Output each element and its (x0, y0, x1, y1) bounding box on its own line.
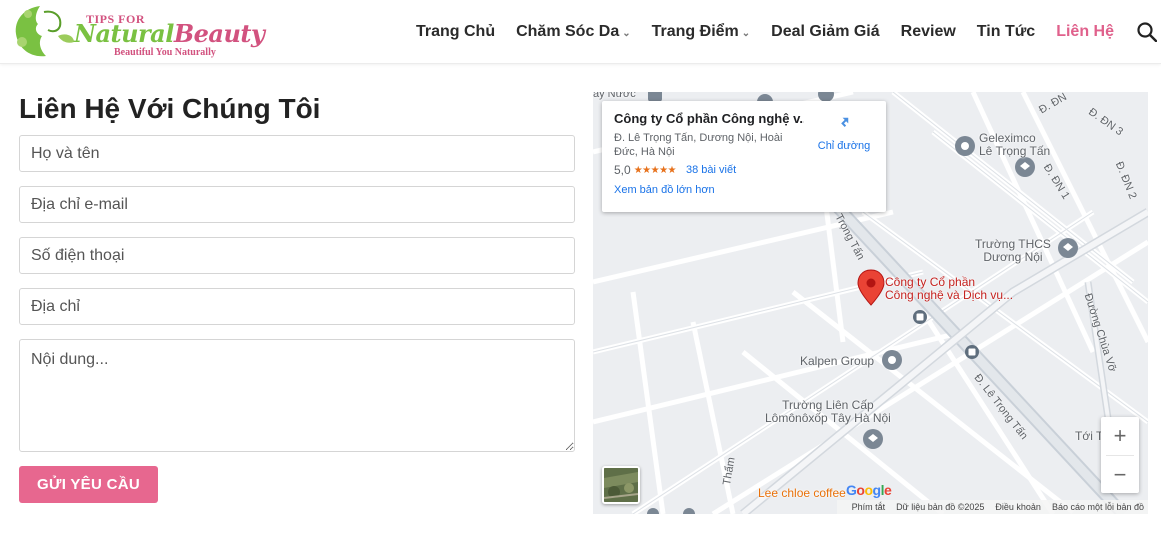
map-data-text: Dữ liệu bản đồ ©2025 (896, 502, 985, 512)
google-logo-letter: o (864, 482, 873, 498)
nav-item-contact[interactable]: Liên Hệ (1056, 23, 1114, 41)
phone-field[interactable] (19, 237, 575, 274)
map-label-line: Dương Nội (983, 250, 1043, 264)
zoom-in-button[interactable]: + (1101, 417, 1139, 455)
google-logo-letter: G (846, 482, 857, 498)
zoom-controls: + − (1101, 417, 1139, 493)
place-rating: 5,0 ★★★★★ 38 bài viết (614, 163, 874, 177)
directions-button[interactable]: Chỉ đường (816, 111, 872, 152)
reviews-link[interactable]: 38 bài viết (686, 164, 736, 176)
map-label-lee-chloe[interactable]: Lee chloe coffee (758, 487, 846, 500)
map-label-line: Công nghệ và Dịch vụ... (885, 288, 1014, 302)
nav-item-news[interactable]: Tin Tức (977, 23, 1035, 41)
nav-item-makeup[interactable]: Trang Điểm ⌄ (652, 23, 751, 41)
map-label-company[interactable]: Công ty Cổ phần Công nghệ và Dịch vụ... (885, 276, 1013, 302)
map-label-line: Lômônôxốp Tây Hà Nội (765, 411, 891, 425)
place-info-card: Công ty Cổ phần Công nghệ v... Đ. Lê Trọ… (602, 101, 886, 212)
nav-item-skincare[interactable]: Chăm Sóc Da ⌄ (516, 23, 631, 41)
google-logo: Google (846, 482, 892, 498)
place-name: Công ty Cổ phần Công nghệ v... (614, 111, 804, 126)
logo-brand-text: NaturalBeauty (74, 19, 265, 48)
directions-label: Chỉ đường (817, 140, 871, 152)
place-address: Đ. Lê Trọng Tấn, Dương Nội, Hoài Đức, Hà… (614, 132, 783, 158)
map-footer: Phím tắt Dữ liệu bản đồ ©2025 Điều khoản… (836, 500, 1148, 514)
nav-item-home[interactable]: Trang Chủ (416, 23, 495, 41)
logo-tagline: Beautiful You Naturally (114, 47, 216, 58)
nav-label: Trang Chủ (415, 23, 496, 40)
chevron-down-icon: ⌄ (741, 27, 751, 39)
map-label-line: Geleximco (979, 131, 1036, 145)
google-logo-letter: e (883, 482, 892, 498)
zoom-out-button[interactable]: − (1101, 456, 1139, 494)
logo-beauty: Beauty (173, 19, 265, 48)
map-label-lomonoxop[interactable]: Trường Liên Cấp Lômônôxốp Tây Hà Nội (765, 399, 891, 425)
site-logo[interactable]: TIPS FOR NaturalBeauty Beautiful You Nat… (10, 2, 265, 60)
search-icon (1137, 22, 1157, 42)
google-logo-letter: g (872, 482, 882, 498)
satellite-thumbnail-icon (604, 468, 638, 502)
keyboard-shortcuts-link[interactable]: Phím tắt (852, 502, 886, 512)
nav-label: Deal Giảm Giá (771, 23, 880, 40)
search-button[interactable] (1135, 20, 1159, 44)
nav-label: Review (900, 23, 956, 40)
address-field[interactable] (19, 288, 575, 325)
directions-icon (835, 113, 853, 131)
rating-value: 5,0 (614, 163, 631, 177)
chevron-down-icon: ⌄ (622, 27, 631, 39)
nav-label: Liên Hệ (1056, 23, 1114, 40)
name-field[interactable] (19, 135, 575, 172)
terms-link[interactable]: Điều khoản (995, 502, 1041, 512)
view-larger-map-link[interactable]: Xem bản đồ lớn hơn (614, 184, 874, 196)
main-nav: Trang Chủ Chăm Sóc Da ⌄ Trang Điểm ⌄ Deal … (416, 0, 1161, 64)
nav-item-deals[interactable]: Deal Giảm Giá (771, 23, 880, 41)
nav-label: Chăm Sóc Da (516, 23, 620, 40)
map-label-geleximco[interactable]: Geleximco Lê Trọng Tấn (979, 132, 1050, 158)
email-field[interactable] (19, 186, 575, 223)
submit-button[interactable]: GỬI YÊU CẦU (19, 466, 158, 503)
nav-label: Tin Tức (976, 23, 1036, 40)
page-title: Liên Hệ Với Chúng Tôi (19, 93, 321, 124)
map-label-line: Công ty Cổ phần (885, 275, 976, 289)
report-error-link[interactable]: Báo cáo một lỗi bản đồ (1052, 502, 1144, 512)
map-label-line: Lê Trọng Tấn (979, 144, 1051, 158)
map-label-line: Trường THCS (975, 237, 1051, 251)
message-field[interactable] (19, 339, 575, 452)
leaf-face-icon (15, 6, 74, 57)
nav-item-review[interactable]: Review (901, 23, 956, 41)
map-label-nuoc: ay Nước (593, 92, 636, 100)
google-map[interactable]: ay Nước Geleximco Lê Trọng Tấn Trường THC… (593, 92, 1148, 514)
map-label-line: Trường Liên Cấp (782, 398, 874, 412)
satellite-layer-toggle[interactable] (602, 466, 640, 504)
nav-label: Trang Điểm (651, 23, 739, 40)
site-header: TIPS FOR NaturalBeauty Beautiful You Nat… (0, 0, 1161, 64)
map-label-school[interactable]: Trường THCS Dương Nội (975, 238, 1051, 264)
map-label-kalpen[interactable]: Kalpen Group (800, 355, 874, 368)
logo-natural: Natural (74, 19, 174, 48)
map-label-toi-t: Tới T (1075, 429, 1104, 443)
star-rating-icon: ★★★★★ (633, 164, 677, 176)
